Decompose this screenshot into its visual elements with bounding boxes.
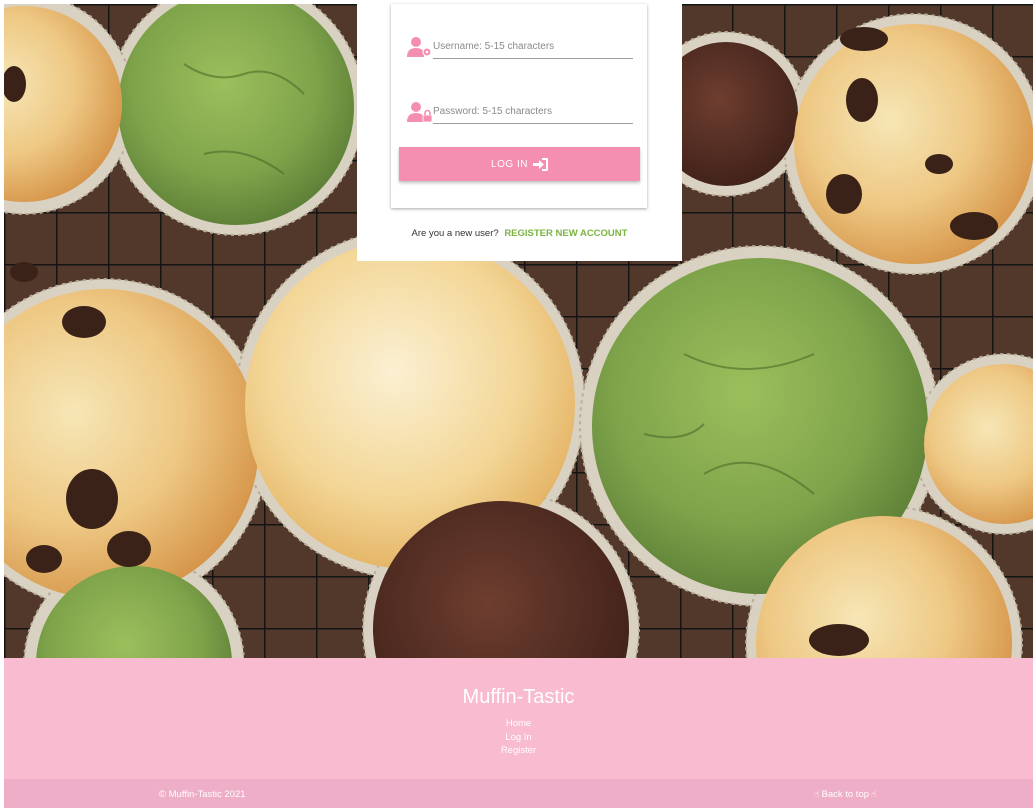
register-new-account-link[interactable]: REGISTER NEW ACCOUNT [504,228,627,239]
user-lock-icon [407,102,433,123]
copyright-text: © Muffin-Tastic 2021 [159,789,246,800]
footer-link-login[interactable]: Log In [505,731,531,745]
pointing-hand-icon: ☝ [814,789,820,799]
password-field-group [407,95,633,125]
sign-in-icon [532,157,548,171]
pointing-hand-icon: ☝ [871,789,877,799]
username-input[interactable] [433,34,633,59]
back-to-top-label: Back to top [821,789,870,800]
username-field-group [407,30,633,60]
register-prompt: Are you a new user? REGISTER NEW ACCOUNT [357,228,682,239]
footer-nav: Home Log In Register [4,717,1033,758]
login-button[interactable]: LOG IN [399,147,640,181]
login-form: LOG IN [391,4,647,208]
new-user-text: Are you a new user? [411,228,499,239]
user-cog-icon [407,37,432,57]
login-button-label: LOG IN [491,158,528,170]
footer-link-home[interactable]: Home [506,717,531,731]
password-input[interactable] [433,99,633,124]
footer: Muffin-Tastic Home Log In Register [4,658,1033,779]
footer-link-register[interactable]: Register [501,744,536,758]
footer-site-title: Muffin-Tastic [462,686,575,708]
login-panel: LOG IN Are you a new user? REGISTER NEW … [357,4,682,261]
footer-bottom-bar: © Muffin-Tastic 2021 ☝ Back to top ☝ [4,779,1033,808]
back-to-top-link[interactable]: ☝ Back to top ☝ [814,789,877,800]
